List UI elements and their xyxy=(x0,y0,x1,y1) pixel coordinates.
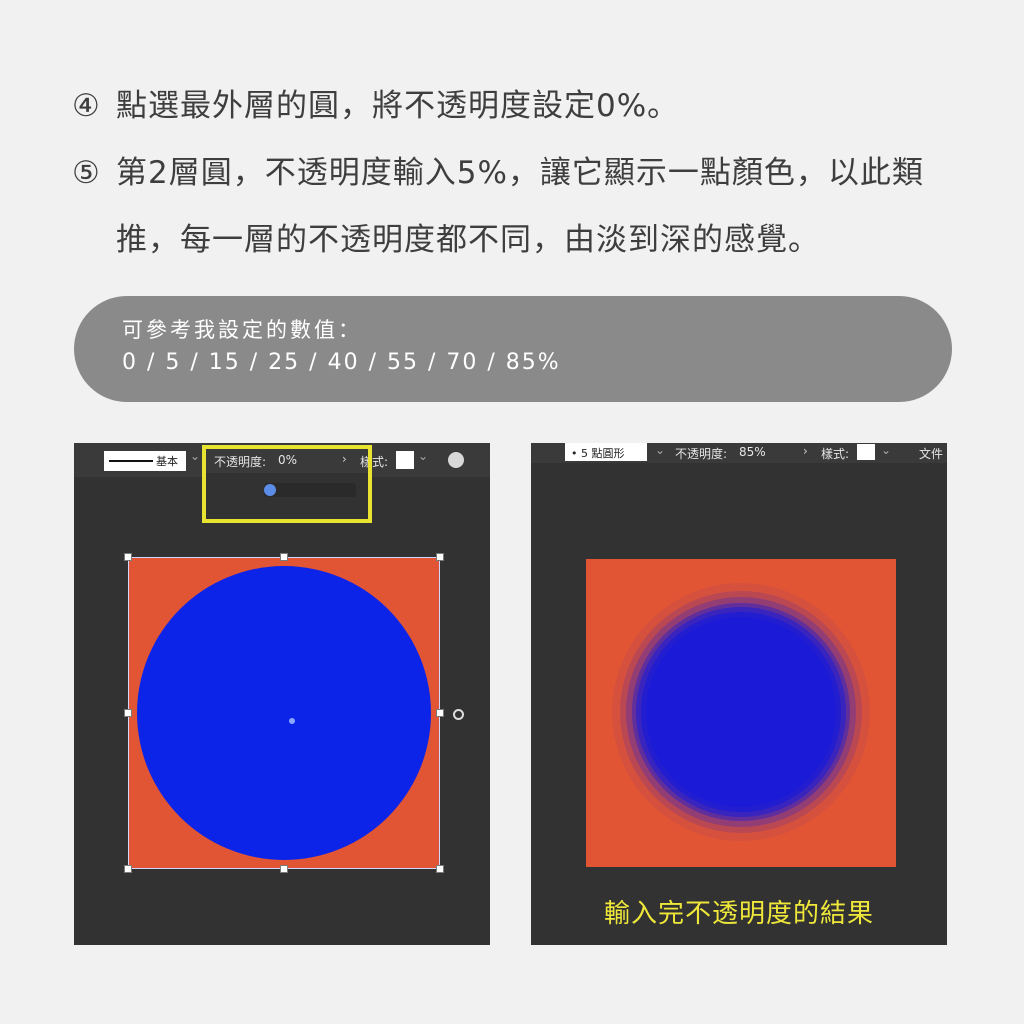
reference-values: 0 / 5 / 15 / 25 / 40 / 55 / 70 / 85% xyxy=(122,350,561,375)
outer-circle[interactable] xyxy=(137,566,431,860)
step-4-text: 點選最外層的圓，將不透明度設定0%。 xyxy=(116,88,680,124)
recolor-icon[interactable] xyxy=(448,452,464,468)
handle-middle-right[interactable] xyxy=(436,709,444,717)
handle-bottom-center[interactable] xyxy=(280,865,288,873)
opacity-value-right[interactable]: 85% xyxy=(739,445,766,459)
step-5: ⑤ 第2層圓，不透明度輸入5%，讓它顯示一點顏色，以此類 xyxy=(72,153,924,193)
stroke-dropdown-icon[interactable]: ⌄ xyxy=(190,449,200,463)
result-caption: 輸入完不透明度的結果 xyxy=(603,899,874,929)
reference-title: 可參考我設定的數值： xyxy=(122,318,362,342)
opacity-highlight-frame xyxy=(202,445,372,523)
circle-center-point xyxy=(289,718,295,724)
step-4-number: ④ xyxy=(72,88,101,124)
control-bar-right: • 5 點圓形 ⌄ 不透明度: 85% › 樣式: ⌄ 文件 xyxy=(531,443,947,463)
handle-top-center[interactable] xyxy=(280,553,288,561)
screenshot-before: 基本 ⌄ 不透明度: 0% › 樣式: ⌄ xyxy=(74,443,490,945)
style-dropdown-icon-right[interactable]: ⌄ xyxy=(881,443,891,457)
step-5-text-line2: 推，每一層的不透明度都不同，由淡到深的感覺。 xyxy=(116,222,820,258)
point-dropdown-icon[interactable]: ⌄ xyxy=(655,443,665,457)
circle-layer-8[interactable] xyxy=(646,617,836,807)
handle-top-left[interactable] xyxy=(124,553,132,561)
rotate-handle-icon[interactable] xyxy=(453,709,464,720)
handle-bottom-left[interactable] xyxy=(124,865,132,873)
step-4: ④ 點選最外層的圓，將不透明度設定0%。 xyxy=(72,86,679,126)
step-5-number: ⑤ xyxy=(72,155,101,191)
opacity-label-right: 不透明度: xyxy=(675,447,728,461)
point-label: • 5 點圓形 xyxy=(571,447,625,460)
style-swatch[interactable] xyxy=(396,451,414,469)
document-button[interactable]: 文件 xyxy=(919,445,943,462)
stroke-profile-select[interactable]: 基本 xyxy=(104,451,186,471)
artboard-orange-result xyxy=(586,559,896,867)
style-dropdown-icon[interactable]: ⌄ xyxy=(418,449,428,463)
handle-bottom-right[interactable] xyxy=(436,865,444,873)
reference-values-box: 可參考我設定的數值： 0 / 5 / 15 / 25 / 40 / 55 / 7… xyxy=(74,296,952,402)
point-select[interactable]: • 5 點圓形 xyxy=(565,443,647,461)
screenshot-after: • 5 點圓形 ⌄ 不透明度: 85% › 樣式: ⌄ 文件 輸入完不透明度的結… xyxy=(531,443,947,945)
handle-middle-left[interactable] xyxy=(124,709,132,717)
style-swatch-right[interactable] xyxy=(857,444,875,460)
artboard-orange xyxy=(124,553,444,873)
stroke-profile-label: 基本 xyxy=(156,455,178,468)
opacity-chevron-icon-right[interactable]: › xyxy=(803,444,808,458)
handle-top-right[interactable] xyxy=(436,553,444,561)
stroke-line-preview xyxy=(109,460,153,462)
step-5-text-line1: 第2層圓，不透明度輸入5%，讓它顯示一點顏色，以此類 xyxy=(116,155,924,191)
style-label-right: 樣式: xyxy=(821,447,850,461)
